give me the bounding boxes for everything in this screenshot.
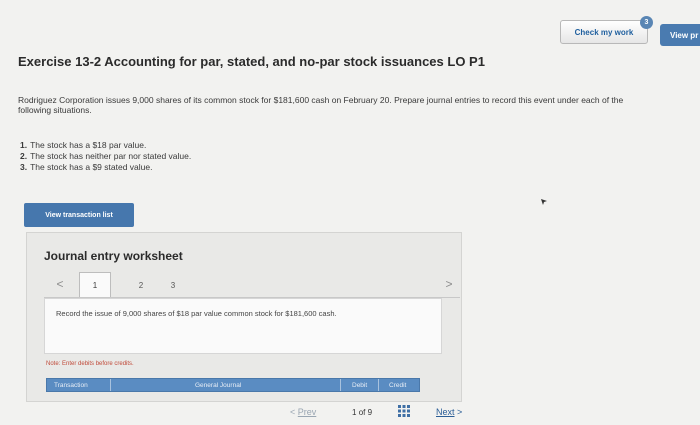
entry-description-box xyxy=(44,298,442,354)
requirements-list: 1. The stock has a $18 par value. 2. The s… xyxy=(20,140,420,173)
prev-label: Prev xyxy=(297,407,317,417)
requirement-item: 3. The stock has a $9 stated value. xyxy=(20,162,153,172)
chevron-right-icon[interactable]: > xyxy=(443,277,455,291)
entry-description: Record the issue of 9,000 shares of $18 … xyxy=(56,309,337,318)
view-previous-button[interactable]: View pr xyxy=(660,24,700,46)
column-debit: Debit xyxy=(352,381,368,389)
next-label: Next xyxy=(436,407,455,417)
tab-2[interactable]: 2 xyxy=(134,278,148,292)
next-button[interactable]: Next > xyxy=(436,407,462,417)
worksheet-title: Journal entry worksheet xyxy=(44,249,183,263)
view-transaction-list-button[interactable]: View transaction list xyxy=(24,203,134,227)
column-credit: Credit xyxy=(389,381,407,389)
page-indicator: 1 of 9 xyxy=(352,408,373,417)
column-transaction: Transaction xyxy=(54,381,88,389)
prev-button[interactable]: < Prev xyxy=(290,407,316,417)
chevron-left-icon[interactable]: < xyxy=(54,277,66,291)
requirement-item: 1. The stock has a $18 par value. xyxy=(20,140,147,150)
attempts-badge: 3 xyxy=(640,16,653,29)
entry-note: Note: Enter debits before credits. xyxy=(46,361,134,367)
tab-3[interactable]: 3 xyxy=(166,278,180,292)
mouse-cursor-icon xyxy=(541,199,547,205)
requirement-item: 2. The stock has neither par nor stated v… xyxy=(20,151,192,161)
note-text: Enter debits before credits. xyxy=(62,361,134,367)
grid-icon[interactable] xyxy=(398,405,410,417)
chevron-right-icon: > xyxy=(457,407,463,417)
column-divider xyxy=(378,379,379,391)
note-label: Note: xyxy=(46,361,61,367)
exercise-title: Exercise 13-2 Accounting for par, stated… xyxy=(18,54,485,69)
chevron-left-icon: < xyxy=(290,407,296,417)
column-divider xyxy=(340,379,341,391)
exercise-intro: Rodriguez Corporation issues 9,000 share… xyxy=(18,95,624,115)
column-general-journal: General Journal xyxy=(195,381,242,389)
column-divider xyxy=(110,379,111,391)
check-my-work-button[interactable]: Check my work xyxy=(560,20,648,44)
tab-1[interactable]: 1 xyxy=(79,272,111,298)
